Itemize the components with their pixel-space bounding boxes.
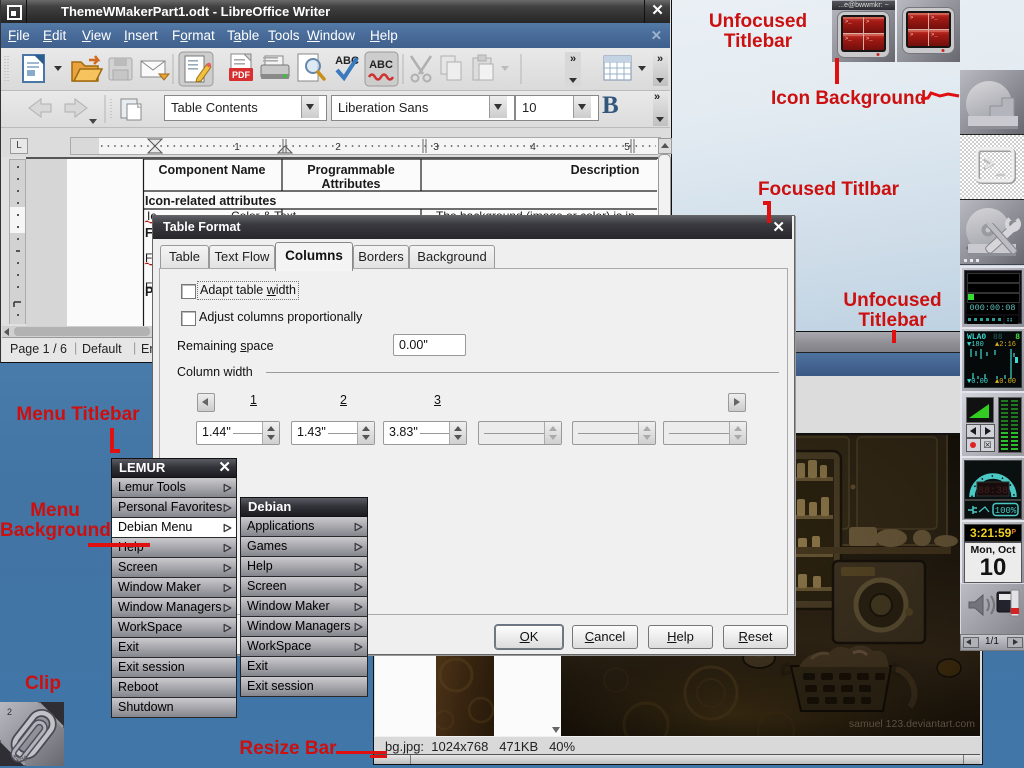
svg-text:Description: Description <box>571 163 640 177</box>
svg-text:5: 5 <box>624 142 630 153</box>
svg-text:88:38: 88:38 <box>978 486 1008 497</box>
svg-text:Attributes: Attributes <box>321 177 380 191</box>
svg-text:>: > <box>910 14 913 21</box>
svg-text:Component Name: Component Name <box>159 163 266 177</box>
svg-text:100%: 100% <box>995 506 1017 516</box>
svg-text:3: 3 <box>433 142 439 153</box>
svg-text:ABC: ABC <box>369 59 393 71</box>
svg-text:2: 2 <box>7 707 12 717</box>
svg-text:Icon-related attributes: Icon-related attributes <box>145 194 276 208</box>
svg-text:samuel 123.deviantart.com: samuel 123.deviantart.com <box>849 718 975 730</box>
svg-text:>: > <box>866 18 869 25</box>
svg-text:PDF: PDF <box>232 70 251 80</box>
svg-text:Net: Net <box>13 753 27 763</box>
svg-text:>_: >_ <box>845 35 852 42</box>
svg-text:>_: >_ <box>845 18 852 25</box>
svg-text:1: 1 <box>234 142 240 153</box>
svg-text:>_: >_ <box>866 35 873 42</box>
svg-text:»: » <box>657 53 663 65</box>
svg-text:Programmable: Programmable <box>307 163 395 177</box>
svg-text:»: » <box>570 53 576 65</box>
svg-text:>: > <box>910 31 913 38</box>
svg-text:>_: >_ <box>931 31 938 38</box>
svg-text:>_: >_ <box>931 14 938 21</box>
svg-text:4: 4 <box>530 142 536 153</box>
svg-text:2: 2 <box>335 142 341 153</box>
